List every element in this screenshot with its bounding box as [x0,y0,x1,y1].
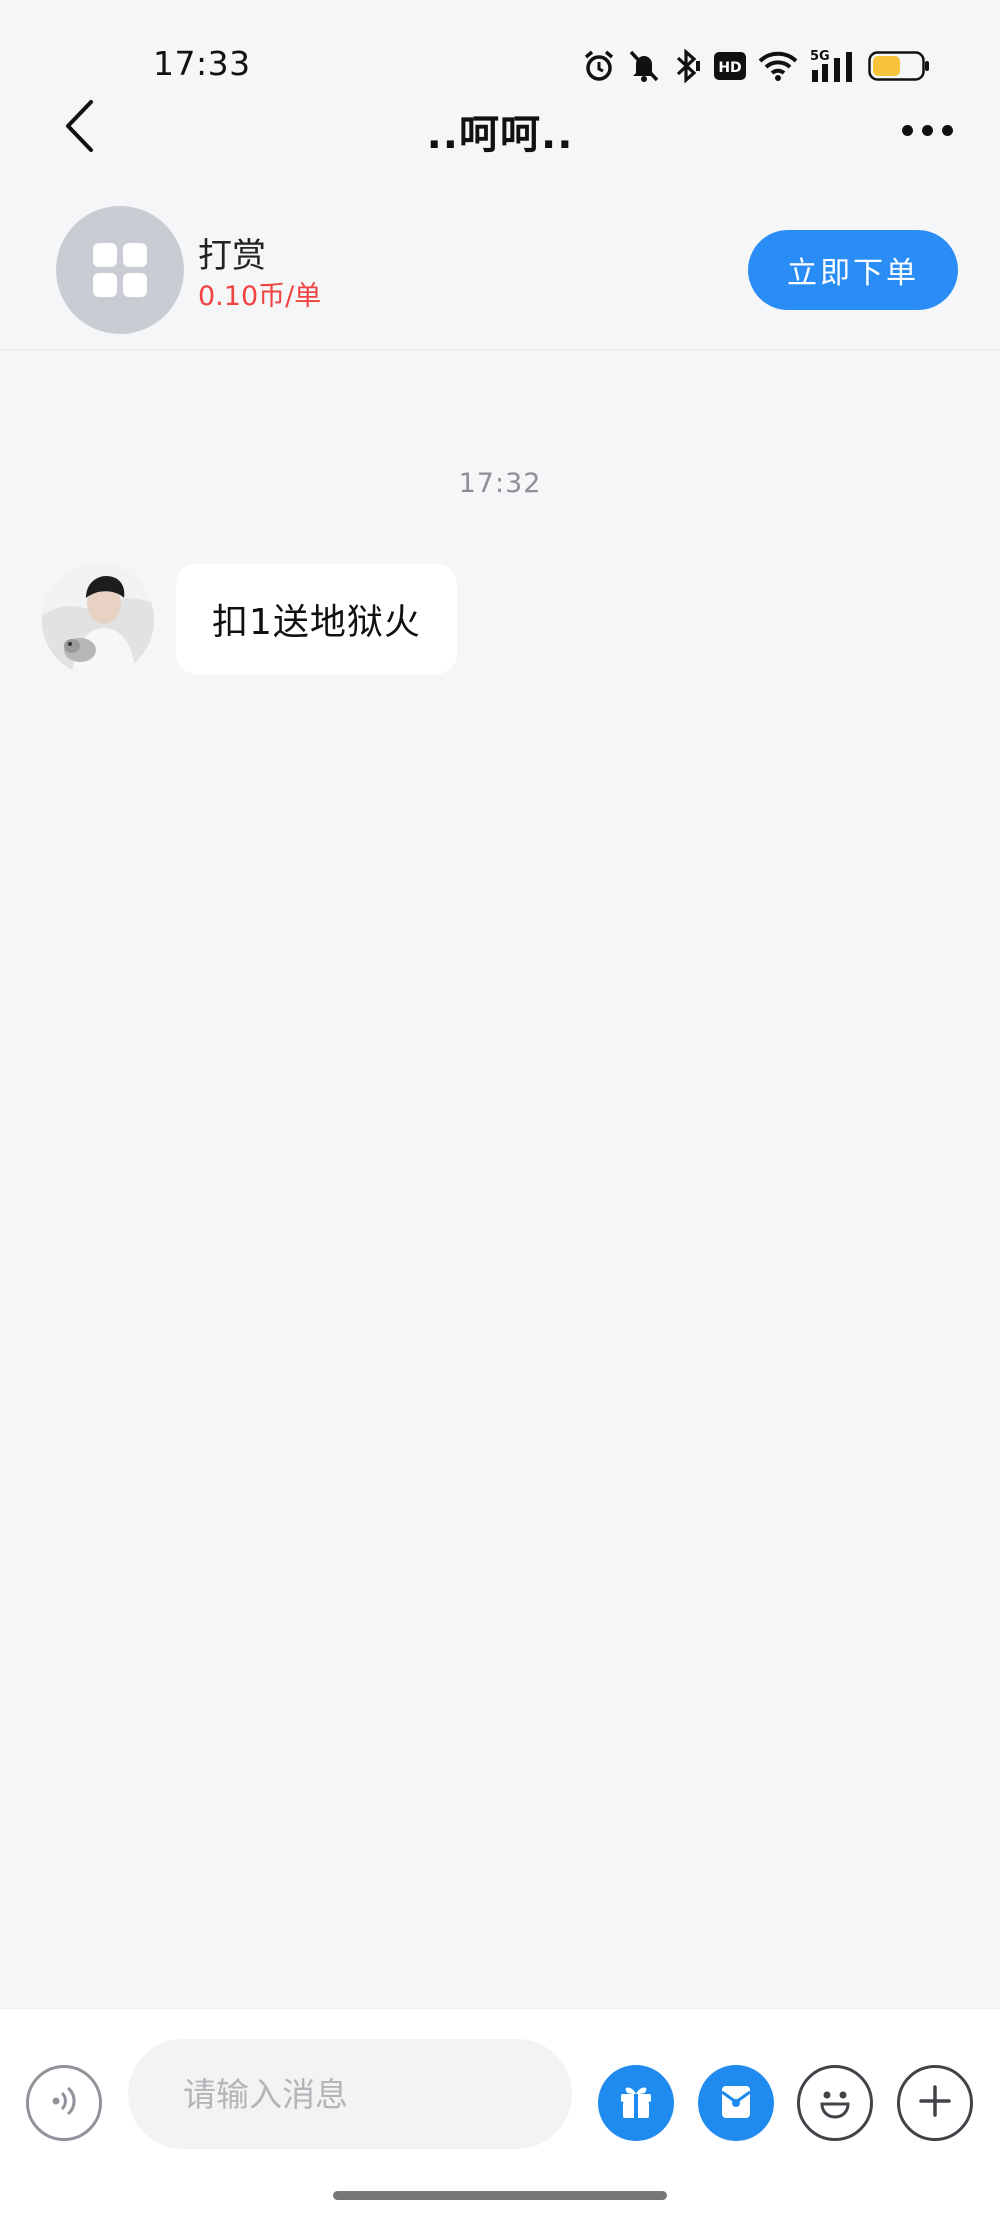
status-time: 17:33 [153,44,251,83]
alarm-icon [582,49,616,83]
plus-icon [915,2081,955,2125]
red-packet-button[interactable] [698,2065,774,2141]
hd-label: HD [718,60,741,76]
wifi-icon [758,50,798,82]
emoji-icon [810,2076,860,2130]
chat-screen: 17:33 HD 5G ..呵呵.. 打赏 0.10币/单 立即下单 17:32… [0,0,1000,2222]
network-label: 5G [810,49,830,64]
bluetooth-icon [672,49,702,83]
red-packet-icon [714,2079,758,2127]
more-actions-button[interactable] [897,2065,973,2141]
voice-icon [44,2081,84,2125]
more-button[interactable] [892,100,962,160]
more-dots-icon [901,124,913,136]
hd-icon: HD [714,52,746,80]
home-indicator[interactable] [333,2191,667,2200]
emoji-button[interactable] [797,2065,873,2141]
gift-button[interactable] [598,2065,674,2141]
mute-bell-icon [628,49,660,83]
apps-grid-icon [93,243,147,297]
order-now-button[interactable]: 立即下单 [748,230,958,310]
5g-signal-icon: 5G [810,48,856,84]
message-bubble[interactable]: 扣1送地狱火 [176,564,457,674]
composer-bar [0,2008,1000,2222]
chat-title: ..呵呵.. [426,112,574,158]
status-icons: HD 5G [582,46,930,86]
gift-icon [614,2079,658,2127]
battery-icon [868,51,930,81]
sender-avatar[interactable] [42,564,154,676]
service-name: 打赏 [198,236,266,276]
chat-header: ..呵呵.. [0,90,1000,170]
service-card: 打赏 0.10币/单 立即下单 [0,190,1000,350]
message-row: 扣1送地狱火 [42,564,457,676]
service-price: 0.10币/单 [198,281,322,312]
message-timestamp: 17:32 [458,468,542,499]
message-input[interactable] [128,2039,572,2149]
voice-button[interactable] [26,2065,102,2141]
service-avatar [56,206,184,334]
